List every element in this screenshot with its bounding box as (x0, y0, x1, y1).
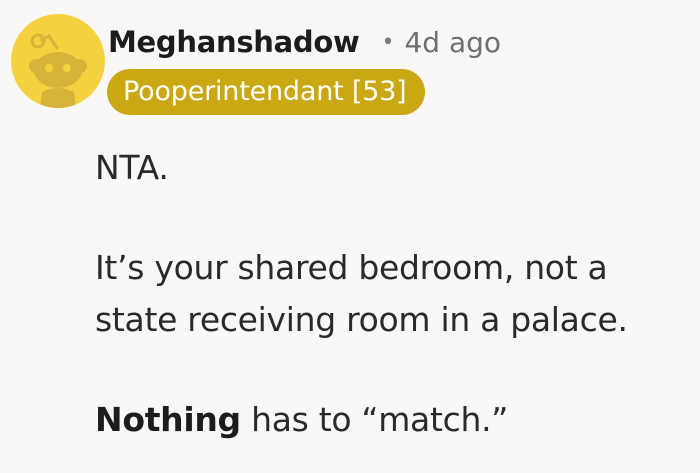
comment-paragraph-3: Nothing has to “match.” (95, 394, 695, 446)
comment-paragraph-1: NTA. (95, 148, 169, 187)
comment-body: NTA. It’s your shared bedroom, not a sta… (95, 142, 695, 446)
comment-paragraph-3-rest: has to “match.” (240, 400, 509, 439)
timestamp-link[interactable]: 4d ago (404, 26, 501, 59)
snoo-avatar-icon[interactable] (11, 14, 105, 108)
username-link[interactable]: Meghanshadow (108, 25, 360, 59)
user-flair-badge: Pooperintendant [53] (107, 69, 425, 115)
comment-paragraph-2: It’s your shared bedroom, not a state re… (95, 242, 695, 346)
comment-header: Meghanshadow • 4d ago (108, 22, 501, 62)
separator-dot: • (381, 29, 395, 55)
comment: Meghanshadow • 4d ago Pooperintendant [5… (0, 0, 700, 473)
comment-paragraph-2-line-1: It’s your shared bedroom, not a (95, 248, 608, 287)
comment-bold-word: Nothing (95, 400, 241, 439)
comment-paragraph-2-line-2: state receiving room in a palace. (95, 300, 628, 339)
